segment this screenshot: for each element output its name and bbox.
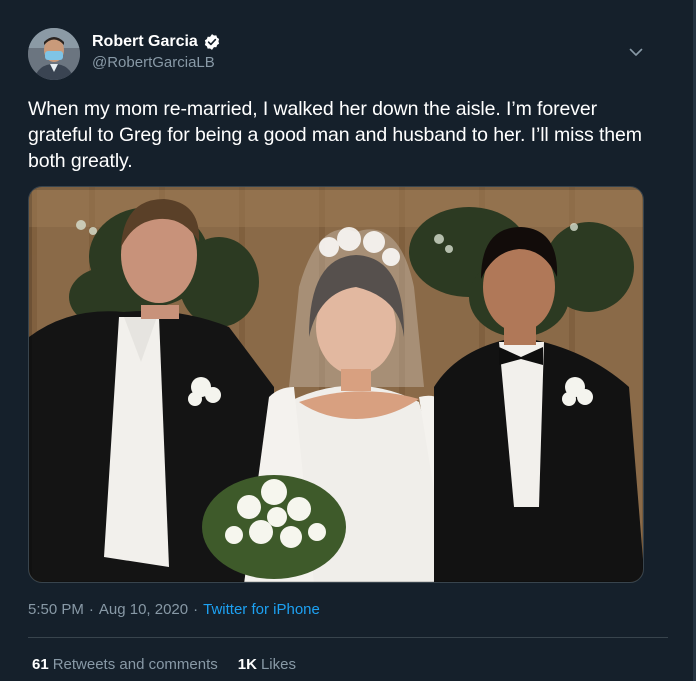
verified-badge-icon xyxy=(204,34,219,50)
likes-count: 1K xyxy=(237,656,257,673)
meta-separator: · xyxy=(193,601,199,618)
wedding-photo-icon xyxy=(29,187,643,582)
avatar-photo-icon xyxy=(28,28,80,80)
retweets-stat[interactable]: 61 Retweets and comments xyxy=(32,656,218,673)
tweet-stats: 61 Retweets and comments 1K Likes xyxy=(32,656,296,673)
likes-label: Likes xyxy=(260,656,296,673)
divider xyxy=(28,637,668,638)
author-handle[interactable]: @RobertGarciaLB xyxy=(92,54,215,71)
tweet-source-link[interactable]: Twitter for iPhone xyxy=(203,601,320,618)
retweets-label: Retweets and comments xyxy=(52,656,218,673)
author-display-name[interactable]: Robert Garcia xyxy=(92,33,198,51)
tweet-text: When my mom re-married, I walked her dow… xyxy=(28,98,642,172)
author-avatar[interactable] xyxy=(28,28,80,80)
retweets-count: 61 xyxy=(32,656,49,673)
chevron-down-icon[interactable] xyxy=(627,43,645,61)
tweet-time[interactable]: 5:50 PM xyxy=(28,601,84,618)
tweet-date[interactable]: Aug 10, 2020 xyxy=(99,601,188,618)
likes-stat[interactable]: 1K Likes xyxy=(238,656,296,673)
tweet-meta: 5:50 PM · Aug 10, 2020 · Twitter for iPh… xyxy=(28,601,320,618)
author-name-row[interactable]: Robert Garcia xyxy=(92,33,221,51)
tweet-card: Robert Garcia @RobertGarciaLB When my mo… xyxy=(0,0,696,681)
tweet-photo[interactable] xyxy=(28,186,644,583)
meta-separator: · xyxy=(88,601,94,618)
